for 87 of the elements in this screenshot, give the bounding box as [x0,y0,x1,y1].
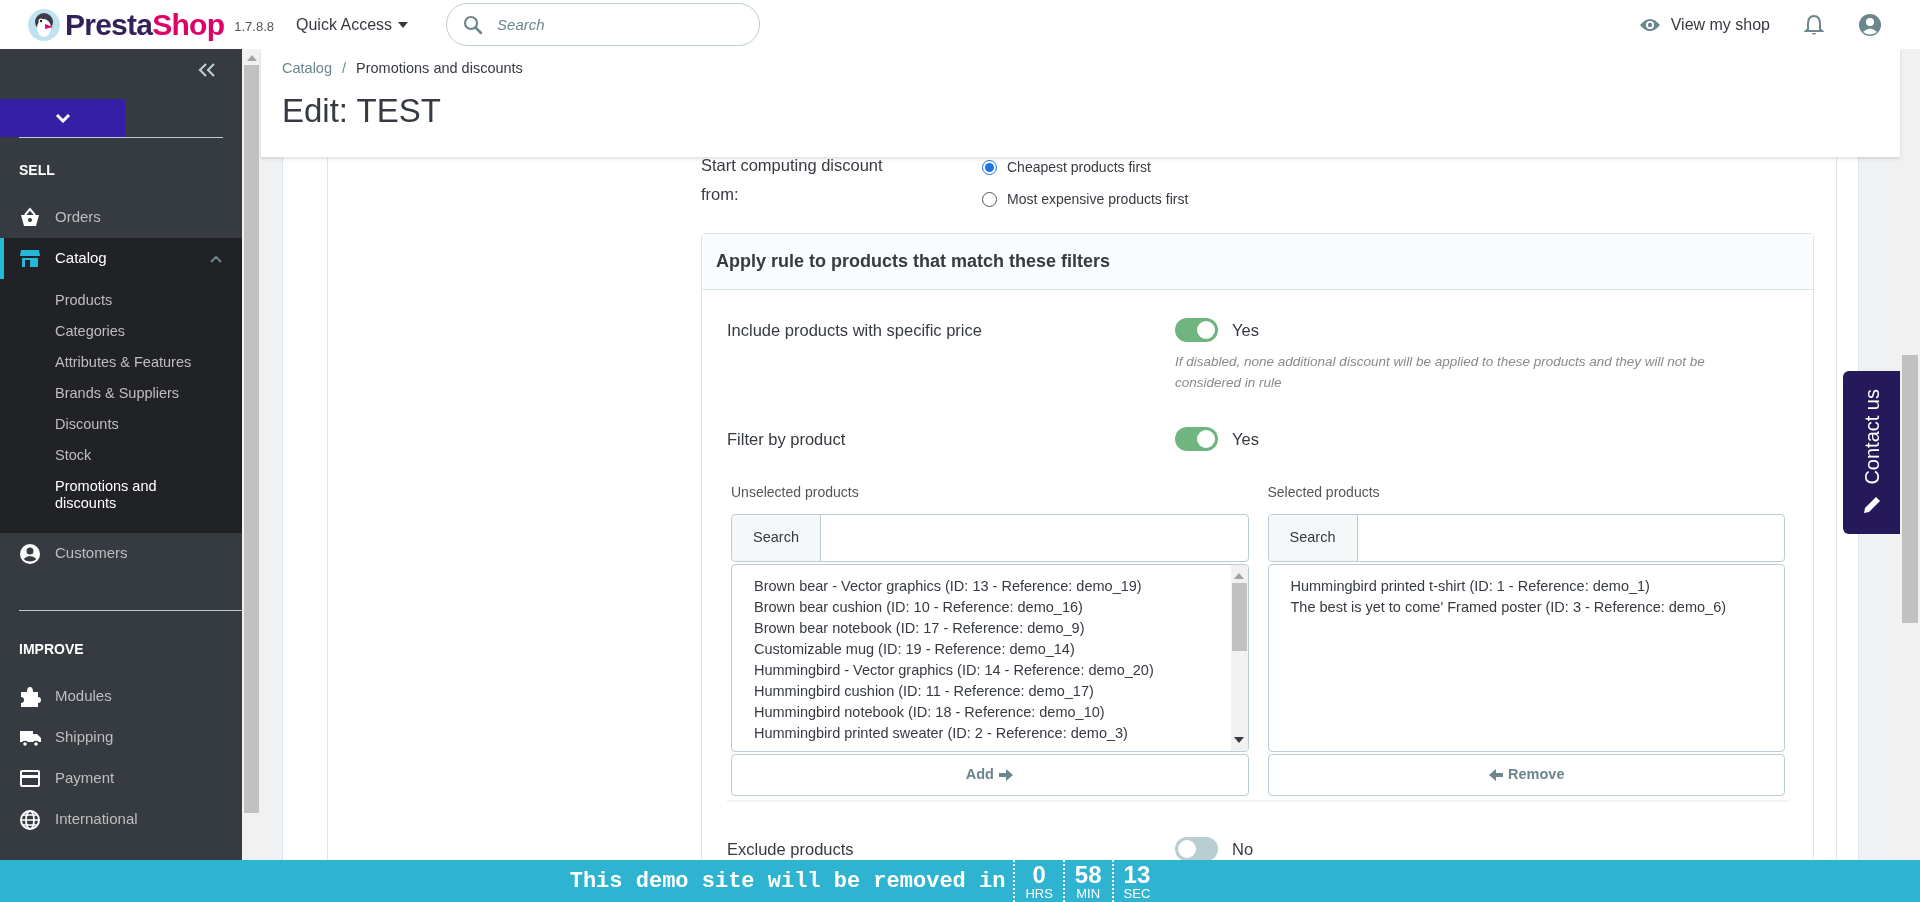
basket-icon [19,206,41,229]
store-icon [19,247,41,270]
logo-wordmark: PrestaShop [65,9,225,40]
toggle-switch[interactable] [1175,318,1218,343]
timer-value: 58 [1074,862,1102,887]
collapse-icon[interactable] [198,63,216,77]
sidebar-item[interactable]: Orders [0,197,242,238]
page-title: Edit: TEST [282,93,442,127]
product-listbox[interactable]: Hummingbird printed t-shirt (ID: 1 - Reference: demo_1) The best is yet to come' Framed poster (ID: 3 - Reference: demo_6) [1267,563,1785,752]
globe-icon [19,808,41,831]
toggle-label: No [1232,838,1254,860]
list-label: Selected products [1267,482,1381,502]
toggle-switch[interactable] [1175,427,1218,452]
list-label: Unselected products [731,482,860,502]
scroll-up-icon [1234,572,1244,579]
list-option[interactable]: Hummingbird printed sweater (ID: 2 - Reference: demo_3) [754,722,1231,744]
search-button[interactable]: Search [1268,514,1358,561]
radio-option[interactable]: Most expensive products first [982,189,1189,210]
field-label: Filter by product [727,428,847,450]
breadcrumb-separator: / [342,59,346,78]
list-option[interactable]: Brown bear - Vector graphics (ID: 13 - Reference: demo_19) [754,575,1231,597]
list-option[interactable]: Hummingbird cushion (ID: 11 - Reference: demo_17) [754,680,1231,702]
sidebar-item[interactable]: Customers [0,533,242,574]
help-text: If disabled, none additional discount will be applied to these products and they will not be considered in rule [1175,352,1706,392]
field-label: Exclude products [727,838,855,860]
breadcrumb-link[interactable]: Catalog [282,58,332,80]
timer-value: 13 [1123,862,1151,887]
scroll-up-icon [246,55,257,61]
list-option[interactable]: Hummingbird - Vector graphics (ID: 14 - Reference: demo_20) [754,659,1231,681]
timer-value: 0 [1032,862,1046,887]
caret-icon [398,21,409,28]
submenu-item[interactable]: Categories [0,316,242,347]
search-field[interactable]: Search [446,3,761,46]
field-label: Start computing discount from: [701,157,884,205]
sidebar-item[interactable]: International [0,799,242,840]
contact-us-tab[interactable]: Contact us [1843,371,1900,534]
puzzle-icon [19,685,41,708]
scroll-down-icon [1234,736,1244,743]
account-icon[interactable] [1858,12,1882,37]
list-option[interactable]: Hummingbird notebook (ID: 18 - Reference: demo_10) [754,701,1231,723]
list-option[interactable]: Hummingbird printed t-shirt (ID: 1 - Reference: demo_1) [1290,575,1784,597]
submenu-item[interactable]: Brands & Suppliers [0,378,242,409]
remove-button[interactable]: Remove [1267,753,1785,796]
sidebar-item[interactable]: Catalog [0,238,242,279]
submenu-item[interactable]: Stock [0,440,242,471]
search-button[interactable]: Search [732,514,821,561]
submenu-item[interactable]: Attributes & Features [0,347,242,378]
chevron-down-icon [54,113,71,123]
version-label: 1.7.8.8 [234,17,274,36]
timer-unit: HRS [1025,886,1053,900]
logo-icon [27,7,61,42]
sidebar-item[interactable]: Modules [0,676,242,717]
field-label: Include products with specific price [727,320,983,341]
bell-icon[interactable] [1804,13,1824,36]
radio-option[interactable]: Cheapest products first [982,157,1189,178]
timer-unit: MIN [1076,886,1101,900]
section-heading: IMPROVE [18,640,85,659]
toggle-label: Yes [1232,428,1259,450]
section-heading: SELL [18,161,56,180]
eye-icon [1638,16,1661,33]
toggle-label: Yes [1232,320,1259,341]
breadcrumb-link[interactable]: Promotions and discounts [356,58,523,80]
sidebar-item[interactable]: Payment [0,758,242,799]
submenu-item[interactable]: Promotions and discounts [0,471,242,519]
product-listbox[interactable] [731,563,1249,752]
card-header: Apply rule to products that match these filters [702,234,1813,290]
scrollbar-thumb [1231,582,1247,651]
list-option[interactable]: Brown bear notebook (ID: 17 - Reference: demo_9) [754,617,1231,639]
submenu-item[interactable]: Products [0,285,242,316]
arrow-left-icon [1488,767,1505,782]
list-option[interactable]: The best is yet to come' Framed poster (ID: 3 - Reference: demo_6) [1290,596,1784,618]
submenu-item[interactable]: Discounts [0,409,242,440]
search-field[interactable]: Search [1267,513,1785,562]
search-field[interactable]: Search [731,513,1249,562]
search-icon [463,15,484,35]
quick-access-menu[interactable]: Quick Access [296,12,409,37]
timer-unit: SEC [1123,886,1151,900]
arrow-right-icon [997,767,1014,782]
list-option[interactable]: Customizable mug (ID: 19 - Reference: demo_14) [754,638,1231,660]
add-button[interactable]: Add [731,753,1249,796]
banner-text: This demo site will be removed in [569,867,1006,896]
toggle-switch[interactable] [1175,836,1218,860]
sidebar-item[interactable]: Shipping [0,717,242,758]
person-circle-icon [19,542,41,565]
list-option[interactable]: Brown bear cushion (ID: 10 - Reference: demo_16) [754,596,1231,618]
view-shop-link[interactable]: View my shop [1638,12,1770,37]
credit-card-icon [19,767,41,790]
